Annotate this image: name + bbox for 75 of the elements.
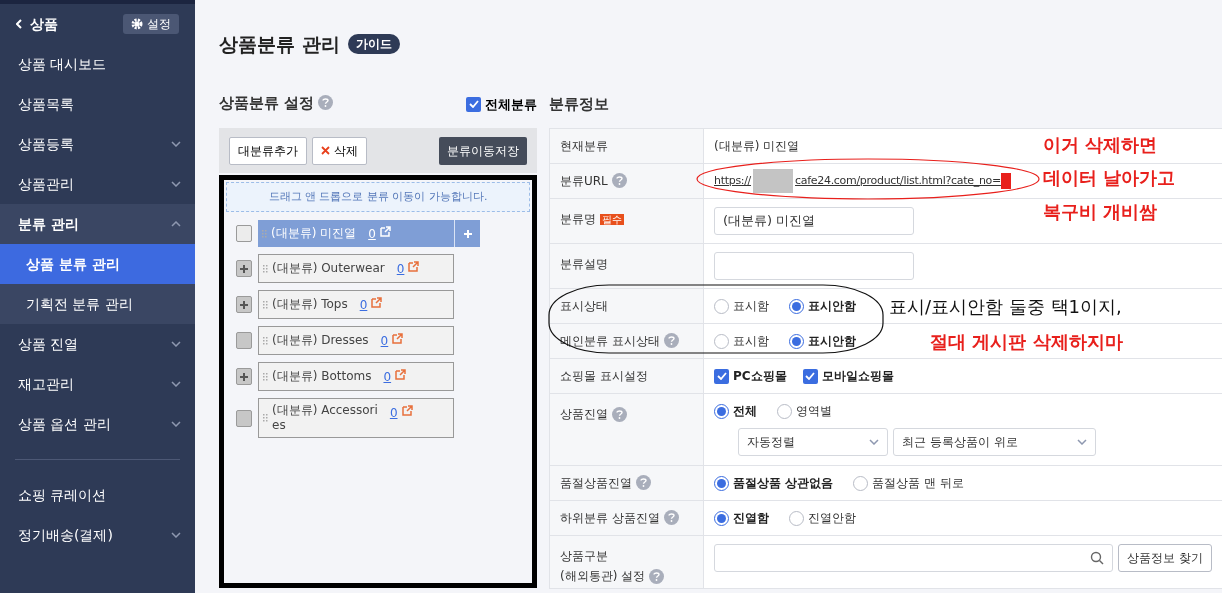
- back-button[interactable]: 상품: [16, 13, 58, 35]
- sidebar-item[interactable]: 쇼핑 큐레이션: [0, 475, 195, 515]
- category-url-link[interactable]: https://: [714, 172, 752, 190]
- delete-button[interactable]: 삭제: [312, 136, 367, 165]
- text-input[interactable]: (대분류) 미진열: [714, 207, 914, 235]
- field-label: 메인분류 표시상태: [560, 333, 660, 348]
- radio-label: 표시함: [733, 333, 769, 350]
- field-label: 분류URL: [560, 173, 608, 188]
- checkbox-label: PC쇼핑몰: [733, 368, 787, 385]
- node-label: (대분류) Accessori es: [272, 403, 378, 433]
- field-label: 품절상품진열: [560, 475, 632, 490]
- sidebar-item[interactable]: 상품 옵션 관리: [0, 404, 195, 444]
- annotation-text: 이거 삭제하면: [1043, 133, 1158, 157]
- tree-node[interactable]: (대분류) Dresses 0: [258, 326, 454, 355]
- select-dropdown[interactable]: 최근 등록상품이 위로: [893, 428, 1096, 456]
- tree-node[interactable]: (대분류) Bottoms 0: [258, 362, 454, 391]
- save-move-button[interactable]: 분류이동저장: [439, 136, 527, 165]
- annotation-text: 데이터 날아가고: [1043, 166, 1176, 190]
- annotation-text: 복구비 개비쌈: [1043, 200, 1158, 224]
- annotation-text: 표시/표시안함 둘중 택1이지,: [889, 295, 1122, 319]
- field-label: 하위분류 상품진열: [560, 510, 660, 525]
- drag-hint: 드래그 앤 드롭으로 분류 이동이 가능합니다.: [226, 182, 530, 212]
- add-category-button[interactable]: 대분류추가: [229, 136, 307, 165]
- product-count-link[interactable]: 0: [389, 404, 398, 422]
- radio-label: 영역별: [796, 403, 832, 420]
- radio-label: 표시함: [733, 298, 769, 315]
- checkbox-label: 전체분류: [485, 95, 537, 114]
- sidebar-subitem[interactable]: 상품 분류 관리: [0, 244, 195, 284]
- node-label: (대분류) 미진열: [271, 226, 357, 241]
- settings-button[interactable]: 설정: [123, 14, 179, 34]
- sidebar-item[interactable]: 재고관리: [0, 364, 195, 404]
- sidebar-item[interactable]: 분류 관리: [0, 204, 195, 244]
- current-category: (대분류) 미진열: [714, 138, 800, 155]
- category-url-link[interactable]: cafe24.com/product/list.html?cate_no=: [795, 172, 1001, 190]
- product-count-link[interactable]: 0: [383, 368, 392, 386]
- sidebar-item[interactable]: 상품목록: [0, 84, 195, 124]
- field-label: 분류설명: [560, 257, 608, 271]
- radio-label: 표시안함: [808, 333, 856, 350]
- section-title: 상품분류 설정: [219, 92, 315, 114]
- field-label: 상품구분 (해외통관) 설정: [560, 549, 646, 583]
- tree-node[interactable]: (대분류) Tops 0: [258, 290, 454, 319]
- field-label: 쇼핑몰 표시설정: [560, 369, 648, 383]
- tree-node[interactable]: (대분류) Outerwear 0: [258, 254, 454, 283]
- section-title: 분류정보: [549, 94, 610, 114]
- select-dropdown[interactable]: 자동정렬: [738, 428, 888, 456]
- annotation-text: 절대 게시판 삭제하지마: [930, 330, 1123, 354]
- page-title: 상품분류 관리: [219, 31, 340, 57]
- radio-label: 진열함: [733, 510, 769, 527]
- radio-label: 진열안함: [808, 510, 856, 527]
- node-label: (대분류) Bottoms: [272, 369, 372, 384]
- required-badge: 필수: [600, 214, 624, 225]
- sidebar-item[interactable]: 상품 진열: [0, 324, 195, 364]
- node-label: (대분류) Tops: [272, 297, 348, 312]
- radio-label: 품절상품 상관없음: [733, 475, 834, 492]
- sidebar-item[interactable]: 상품등록: [0, 124, 195, 164]
- node-label: (대분류) Dresses: [272, 333, 369, 348]
- node-label: (대분류) Outerwear: [272, 261, 385, 276]
- find-product-info-button[interactable]: 상품정보 찾기: [1118, 544, 1212, 572]
- product-count-link[interactable]: 0: [396, 260, 405, 278]
- sidebar-subitem[interactable]: 기획전 분류 관리: [0, 284, 195, 324]
- field-label: 분류명: [560, 212, 596, 226]
- sidebar-item[interactable]: 정기배송(결제): [0, 515, 195, 555]
- sidebar-item[interactable]: 상품 대시보드: [0, 44, 195, 84]
- field-label: 현재분류: [560, 139, 608, 153]
- radio-label: 품절상품 맨 뒤로: [872, 475, 964, 492]
- guide-badge[interactable]: 가이드: [347, 34, 400, 54]
- radio-label: 전체: [733, 403, 757, 420]
- product-count-link[interactable]: 0: [359, 296, 368, 314]
- field-label: 상품진열: [560, 407, 608, 421]
- checkbox-label: 모바일쇼핑몰: [821, 368, 894, 385]
- product-count-link[interactable]: 0: [380, 332, 389, 350]
- tree-node[interactable]: (대분류) Accessori es 0: [258, 398, 454, 438]
- radio-label: 표시안함: [808, 298, 856, 315]
- field-label: 표시상태: [560, 299, 608, 313]
- sidebar-item[interactable]: 상품관리: [0, 164, 195, 204]
